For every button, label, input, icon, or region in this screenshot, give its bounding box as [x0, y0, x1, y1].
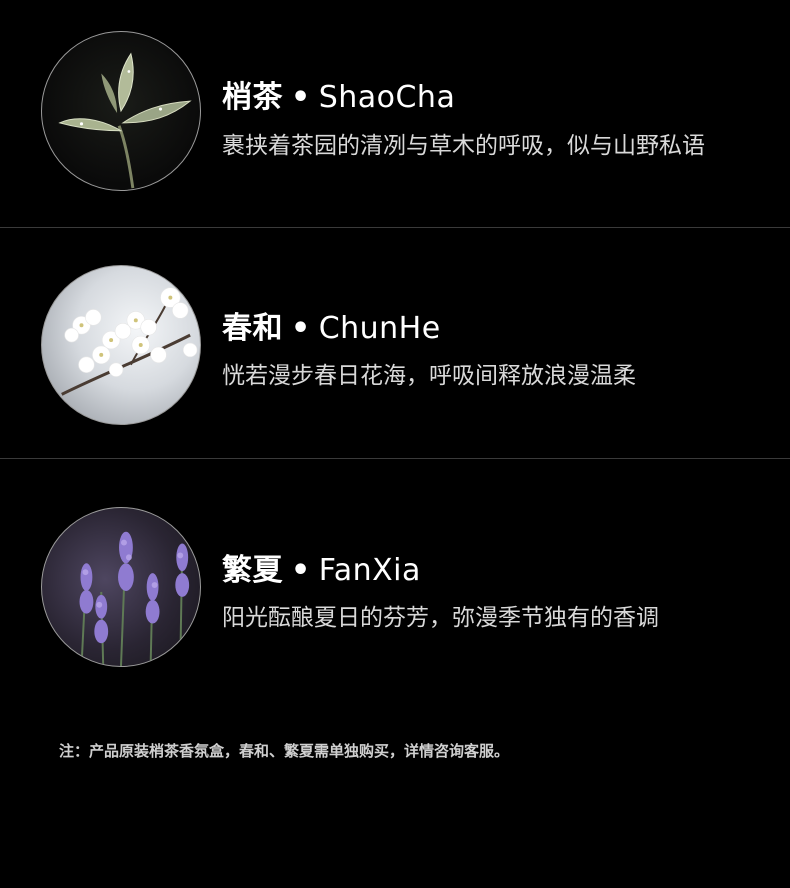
- item-description: 裹挟着茶园的清冽与草木的呼吸，似与山野私语: [222, 133, 705, 159]
- item-name-en: ChunHe: [318, 311, 441, 346]
- item-name-cn: 梢茶: [222, 80, 283, 115]
- scent-item-fanxia: 繁夏 • FanXia 阳光酝酿夏日的芬芳，弥漫季节独有的香调: [0, 459, 790, 689]
- tea-leaf-image: [41, 31, 201, 191]
- tea-leaf-icon: [58, 52, 192, 189]
- item-name-en: ShaoCha: [318, 80, 456, 115]
- item-name-en: FanXia: [318, 553, 421, 588]
- item-description: 恍若漫步春日花海，呼吸间释放浪漫温柔: [222, 363, 636, 389]
- scent-item-shaocha: 梢茶 • ShaoCha 裹挟着茶园的清冽与草木的呼吸，似与山野私语: [0, 0, 790, 227]
- blossom-icon: [61, 287, 198, 396]
- item-title: 春和 • ChunHe: [222, 303, 441, 347]
- item-name-cn: 繁夏: [222, 553, 283, 588]
- item-name-cn: 春和: [222, 311, 283, 346]
- footnote: 注：产品原装梢茶香氛盒，春和、繁夏需单独购买，详情咨询客服。: [59, 742, 510, 760]
- item-title: 繁夏 • FanXia: [222, 545, 421, 589]
- lavender-image: [41, 507, 201, 667]
- item-title: 梢茶 • ShaoCha: [222, 72, 455, 116]
- blossom-image: [41, 265, 201, 425]
- scent-item-chunhe: 春和 • ChunHe 恍若漫步春日花海，呼吸间释放浪漫温柔: [0, 228, 790, 458]
- title-separator: •: [291, 553, 311, 588]
- title-separator: •: [291, 311, 311, 346]
- title-separator: •: [291, 80, 311, 115]
- lavender-icon: [79, 531, 190, 666]
- item-description: 阳光酝酿夏日的芬芳，弥漫季节独有的香调: [222, 605, 659, 631]
